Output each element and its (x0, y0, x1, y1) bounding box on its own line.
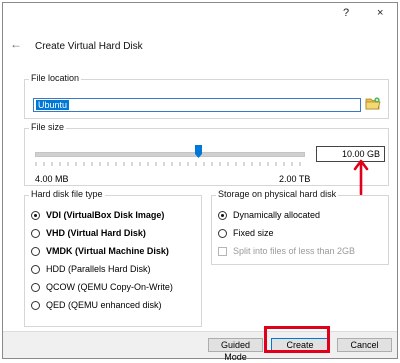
dialog-footer: Guided Mode Create Cancel (3, 331, 397, 362)
close-button[interactable]: × (377, 7, 383, 19)
radio-fixed-indicator[interactable] (218, 228, 227, 238)
radio-vdi-label: VDI (VirtualBox Disk Image) (46, 210, 165, 220)
radio-vhd-indicator[interactable] (31, 228, 40, 238)
radio-qcow[interactable]: QCOW (QEMU Copy-On-Write) (31, 280, 173, 294)
file-location-label: File location (29, 73, 82, 83)
file-size-slider-handle[interactable] (195, 145, 202, 158)
radio-vhd-label: VHD (Virtual Hard Disk) (46, 228, 146, 238)
radio-qcow-indicator[interactable] (31, 282, 40, 292)
radio-vmdk-label: VMDK (Virtual Machine Disk) (46, 246, 169, 256)
storage-group: Storage on physical hard disk Dynamicall… (211, 189, 389, 265)
file-location-input[interactable]: Ubuntu (33, 98, 361, 112)
folder-icon[interactable] (365, 95, 381, 111)
radio-vmdk[interactable]: VMDK (Virtual Machine Disk) (31, 244, 169, 258)
radio-hdd-label: HDD (Parallels Hard Disk) (46, 264, 151, 274)
split-checkbox-row: Split into files of less than 2GB (218, 244, 355, 258)
help-button[interactable]: ? (343, 7, 349, 19)
file-size-max-label: 2.00 TB (279, 174, 311, 184)
file-size-group: File size 4.00 MB 2.00 TB 10.00 GB (24, 122, 389, 186)
dialog-title: Create Virtual Hard Disk (35, 41, 143, 52)
radio-dynamic[interactable]: Dynamically allocated (218, 208, 320, 222)
split-checkbox-label: Split into files of less than 2GB (233, 246, 356, 256)
create-highlight-box (264, 326, 330, 353)
file-location-value: Ubuntu (36, 100, 70, 110)
file-location-group: File location Ubuntu (24, 73, 389, 119)
radio-hdd-indicator[interactable] (31, 264, 40, 274)
file-size-min-label: 4.00 MB (35, 174, 69, 184)
file-size-slider-track[interactable] (35, 152, 305, 157)
back-arrow-icon[interactable]: ← (10, 37, 22, 51)
radio-dynamic-indicator[interactable] (218, 210, 227, 220)
radio-vhd[interactable]: VHD (Virtual Hard Disk) (31, 226, 146, 240)
guided-mode-button[interactable]: Guided Mode (208, 338, 263, 362)
radio-vdi[interactable]: VDI (VirtualBox Disk Image) (31, 208, 164, 222)
slider-ticks (35, 162, 301, 166)
radio-dynamic-label: Dynamically allocated (233, 210, 321, 220)
cancel-button[interactable]: Cancel (337, 338, 392, 352)
split-checkbox (218, 246, 227, 256)
disk-type-label: Hard disk file type (29, 189, 105, 199)
radio-fixed[interactable]: Fixed size (218, 226, 274, 240)
radio-fixed-label: Fixed size (233, 228, 274, 238)
radio-qed-indicator[interactable] (31, 300, 40, 310)
radio-qcow-label: QCOW (QEMU Copy-On-Write) (46, 282, 173, 292)
dialog-window: ? × ← Create Virtual Hard Disk File loca… (2, 2, 398, 362)
storage-label: Storage on physical hard disk (216, 189, 339, 199)
radio-vdi-indicator[interactable] (31, 210, 40, 220)
radio-qed-label: QED (QEMU enhanced disk) (46, 300, 162, 310)
annotation-up-arrow-icon (353, 159, 369, 196)
radio-vmdk-indicator[interactable] (31, 246, 40, 256)
file-size-input[interactable]: 10.00 GB (316, 146, 385, 162)
radio-hdd[interactable]: HDD (Parallels Hard Disk) (31, 262, 151, 276)
radio-qed[interactable]: QED (QEMU enhanced disk) (31, 298, 162, 312)
file-size-label: File size (29, 122, 67, 132)
disk-type-group: Hard disk file type VDI (VirtualBox Disk… (24, 189, 202, 327)
